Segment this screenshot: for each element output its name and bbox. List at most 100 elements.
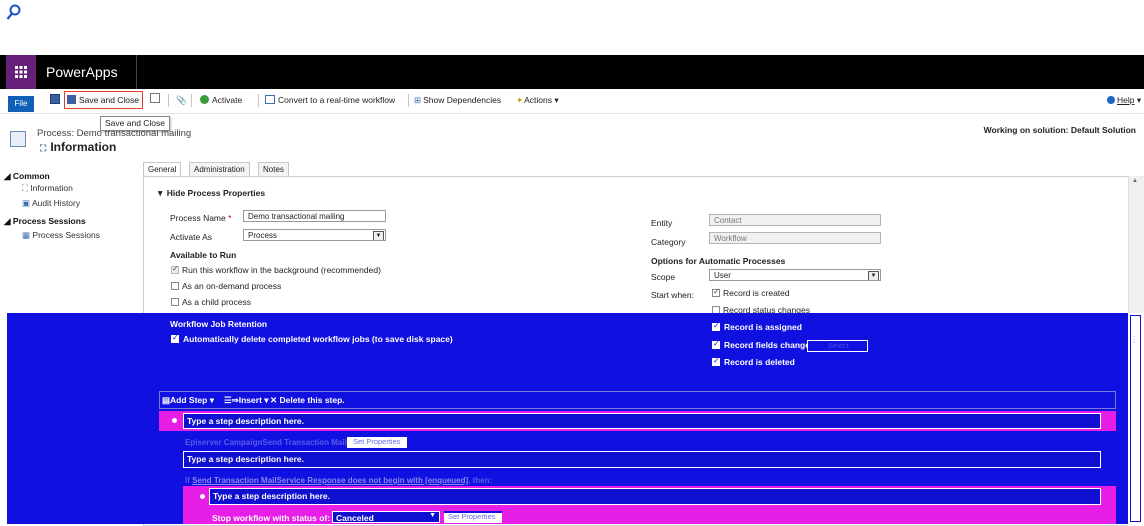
chevron-down-icon: ▾ [261,395,269,405]
step-bullet-icon [200,494,205,499]
record-fields-select-button[interactable]: Select [807,340,868,352]
entity-field: Contact [709,214,881,226]
nav-item-information[interactable]: ⛶ Information [22,183,73,194]
required-marker: * [225,213,232,223]
record-fields-checkbox[interactable] [712,339,720,349]
delete-step-button[interactable]: ✕ Delete this step. [270,395,345,406]
on-demand-checkbox[interactable] [171,282,179,290]
scroll-up-icon[interactable]: ▲ [1132,178,1138,184]
record-created-checkbox[interactable] [712,287,720,297]
process-sessions-icon: ▦ [22,230,33,240]
ellipsis-icon: ⋮ [1130,335,1138,344]
stop-status-select[interactable]: Canceled ▼ [332,511,440,523]
tab-administration[interactable]: Administration [189,162,250,177]
job-retention-label: Workflow Job Retention [170,319,268,329]
category-field: Workflow [709,232,881,244]
scope-value: User [714,271,731,280]
save-icon[interactable] [50,94,60,104]
nav-item-process-sessions[interactable]: ▦ Process Sessions [22,230,100,241]
nav-item-information-label: Information [30,183,73,193]
waffle-icon[interactable] [6,55,36,89]
stop-workflow-label: Stop workflow with status of: [212,513,331,523]
scope-select[interactable]: User ▼ [709,269,881,281]
chevron-down-icon: ▾ [207,395,214,405]
save-and-close-button[interactable]: Save and Close [64,91,144,109]
step-action-name[interactable]: Episerver CampaignSend Transaction Mail [185,438,347,447]
file-button[interactable]: File [8,96,34,112]
nested-step-placeholder: Type a step description here. [213,491,330,501]
add-step-label: Add Step [170,395,208,405]
condition-line[interactable]: If Send Transaction MailService Response… [185,476,492,485]
insert-icon: ☰⇒ [224,395,239,405]
attach-icon[interactable]: 📎 [176,93,187,107]
tab-general[interactable]: General [143,162,182,177]
step-description-placeholder: Type a step description here. [187,416,304,426]
child-process-checkbox[interactable] [171,298,179,306]
process-name-label: Process Name * [170,213,231,223]
nav-item-audit-history-label: Audit History [31,198,81,208]
show-dependencies-button[interactable]: ⊞ Show Dependencies [414,93,501,107]
set-properties-label: Set Properties [353,437,401,446]
options-label: Options for Automatic Processes [651,256,786,266]
chevron-down-icon: ▼ [429,512,436,519]
hide-process-properties-toggle[interactable]: ▼ Hide Process Properties [156,188,265,198]
auto-delete-label: Automatically delete completed workflow … [183,334,453,344]
activate-button[interactable]: Activate [200,93,242,107]
nested-step-description-input[interactable]: Type a step description here. [209,488,1101,505]
nav-item-process-sessions-label: Process Sessions [32,230,100,240]
record-fields-label: Record fields change [724,340,810,350]
chevron-down-icon: ▼ [373,231,384,240]
condition-then: , then: [468,476,493,485]
app-brand[interactable]: PowerApps [46,55,118,89]
auto-delete-checkbox[interactable] [171,333,179,343]
step-description-placeholder-2: Type a step description here. [187,454,304,464]
record-deleted-label: Record is deleted [724,357,795,367]
actions-menu[interactable]: ✦Actions ▾ [516,93,559,107]
condition-text: Send Transaction MailService Response do… [192,476,469,485]
set-properties-button[interactable]: Set Properties [347,435,407,448]
set-properties-button-2[interactable]: Set Properties [444,511,502,523]
convert-realtime-button[interactable]: Convert to a real-time workflow [265,93,395,107]
ribbon-divider [191,94,192,107]
add-step-menu[interactable]: ▤Add Step ▾ [162,395,214,406]
on-demand-label: As an on-demand process [182,281,282,291]
nav-section-common-label: Common [12,171,50,181]
nav-section-process-sessions[interactable]: ◢ Process Sessions [4,216,86,227]
collapse-icon: ◢ [4,216,13,226]
search-icon[interactable] [6,4,22,22]
tab-notes[interactable]: Notes [258,162,289,177]
nav-item-audit-history[interactable]: ▣ Audit History [22,198,80,209]
record-deleted-checkbox[interactable] [712,356,720,366]
activate-as-value: Process [248,231,277,240]
vertical-scrollbar-lower[interactable] [1128,313,1144,524]
show-dependencies-label: Show Dependencies [423,95,502,105]
record-created-label: Record is created [723,288,790,298]
step-description-input-2[interactable]: Type a step description here. [183,451,1101,468]
record-assigned-checkbox[interactable] [712,321,720,331]
delete-step-label: Delete this step. [279,395,345,405]
run-background-checkbox[interactable] [171,264,179,274]
ribbon-divider [168,94,169,107]
step-description-input[interactable]: Type a step description here. [183,413,1101,429]
process-name-input[interactable]: Demo transactional mailing [243,210,386,222]
help-menu[interactable]: Help ▾ [1107,93,1141,107]
set-properties-label-2: Set Properties [448,512,496,521]
form-title[interactable]: ⛶ Information [40,140,116,154]
actions-icon: ✦ [516,95,524,105]
record-assigned-label: Record is assigned [724,322,802,332]
nav-section-common[interactable]: ◢ Common [4,171,50,182]
convert-label: Convert to a real-time workflow [278,95,396,105]
nav-section-process-sessions-label: Process Sessions [12,216,86,226]
insert-menu[interactable]: ☰⇒Insert ▾ [224,395,269,406]
activate-as-select[interactable]: Process ▼ [243,229,386,241]
chevron-down-icon: ▾ [1134,95,1142,105]
print-icon[interactable] [150,93,160,103]
available-to-run-label: Available to Run [170,250,237,260]
condition-if: If [185,476,190,485]
help-icon [1107,96,1115,104]
category-label: Category [651,237,686,247]
convert-icon [265,95,275,104]
run-background-label: Run this workflow in the background (rec… [182,265,381,275]
scrollbar-thumb[interactable] [1130,315,1141,522]
help-label: Help [1117,95,1135,105]
